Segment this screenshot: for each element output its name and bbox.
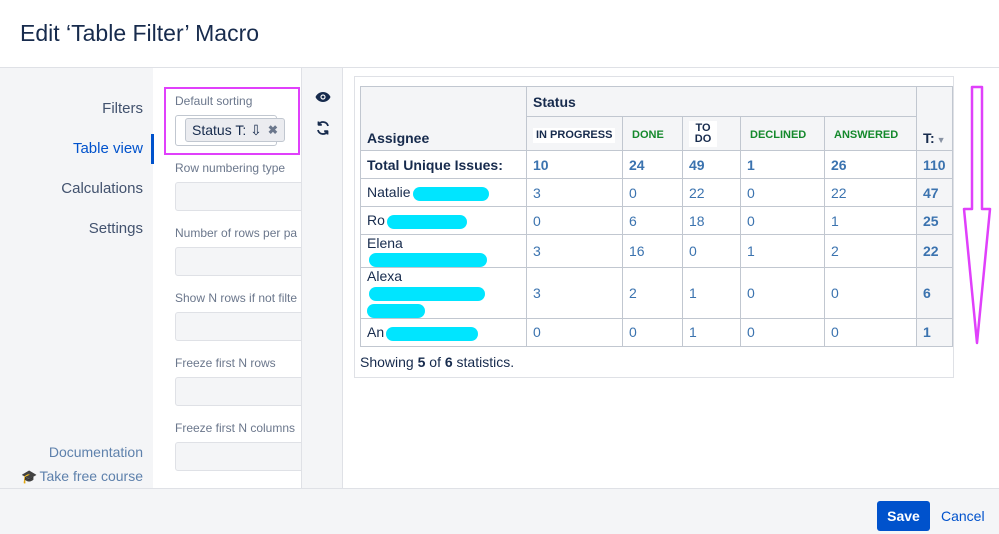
value-cell: 22 (682, 178, 741, 207)
total-row-label: Total Unique Issues: (360, 150, 527, 179)
nav-item-table-view[interactable]: Table view (73, 140, 143, 157)
value-cell: 0 (740, 178, 825, 207)
dialog-footer: Save Cancel (0, 488, 999, 534)
redaction-mark (386, 214, 467, 229)
assignee-cell: Ro (360, 206, 527, 235)
assignee-cell: Natalie (360, 178, 527, 207)
row-total-cell: 6 (916, 267, 953, 319)
status-col-declined[interactable]: DECLINED (740, 116, 825, 151)
eye-icon[interactable] (314, 90, 332, 108)
table-row: Ro 0 6 18 0 1 25 (360, 206, 953, 235)
assignee-cell: Elena (360, 233, 527, 269)
status-col-in-progress[interactable]: IN PROGRESS (526, 116, 623, 151)
status-col-done[interactable]: DONE (622, 116, 683, 151)
total-cell: 49 (682, 150, 741, 179)
arrow-down-icon (962, 85, 992, 345)
nav-item-settings[interactable]: Settings (89, 220, 143, 237)
value-cell: 0 (824, 267, 917, 319)
row-numbering-field[interactable] (175, 182, 301, 211)
row-total-cell: 22 (916, 233, 953, 269)
total-header[interactable]: T: ▼ (916, 86, 953, 151)
cancel-button[interactable]: Cancel (941, 508, 985, 524)
total-row: Total Unique Issues: 10 24 49 1 26 110 (360, 150, 953, 179)
value-cell: 0 (622, 317, 683, 347)
freeze-columns-field[interactable] (175, 442, 301, 471)
table-row: Alexa 3 2 1 0 0 6 (360, 267, 953, 319)
dialog-header: Edit ‘Table Filter’ Macro (0, 0, 999, 68)
nav-item-filters[interactable]: Filters (102, 100, 143, 117)
show-n-rows-field[interactable] (175, 312, 301, 341)
redaction-mark (386, 326, 479, 341)
preview-tools (301, 68, 343, 488)
value-cell: 0 (740, 317, 825, 347)
value-cell: 1 (824, 206, 917, 235)
row-total-cell: 47 (916, 178, 953, 207)
assignee-header[interactable]: Assignee (360, 86, 527, 151)
value-cell: 6 (622, 206, 683, 235)
table-row: An 0 0 1 0 0 1 (360, 317, 953, 347)
total-cell: 26 (824, 150, 917, 179)
freeze-columns-label: Freeze first N columns (175, 421, 296, 435)
value-cell: 22 (824, 178, 917, 207)
freeze-rows-field[interactable] (175, 377, 301, 406)
value-cell: 1 (740, 233, 825, 269)
total-cell: 24 (622, 150, 683, 179)
graduation-cap-icon: 🎓 (21, 469, 38, 484)
documentation-link[interactable]: Documentation (49, 444, 143, 460)
value-cell: 3 (526, 178, 623, 207)
value-cell: 0 (622, 178, 683, 207)
dialog-title: Edit ‘Table Filter’ Macro (20, 20, 260, 46)
redaction-mark (369, 286, 485, 301)
value-cell: 18 (682, 206, 741, 235)
status-header[interactable]: Status (526, 86, 917, 117)
redaction-mark (369, 253, 487, 268)
value-cell: 16 (622, 233, 683, 269)
value-cell: 0 (526, 206, 623, 235)
row-total-cell: 25 (916, 206, 953, 235)
save-button[interactable]: Save (877, 501, 930, 531)
value-cell: 3 (526, 233, 623, 269)
table-row: Elena 3 16 0 1 2 22 (360, 233, 953, 269)
row-total-cell: 1 (916, 317, 953, 347)
take-free-course-label: Take free course (39, 468, 144, 484)
take-free-course-link[interactable]: 🎓 Take free course (21, 468, 143, 485)
total-cell: 10 (526, 150, 623, 179)
redaction-mark (367, 303, 425, 318)
show-n-rows-label: Show N rows if not filte (175, 291, 298, 305)
highlight-box (164, 87, 300, 155)
refresh-icon[interactable] (314, 120, 332, 138)
assignee-cell: Alexa (360, 267, 527, 319)
value-cell: 3 (526, 267, 623, 319)
table-row: Natalie 3 0 22 0 22 47 (360, 178, 953, 207)
value-cell: 2 (824, 233, 917, 269)
value-cell: 0 (682, 233, 741, 269)
value-cell: 0 (740, 206, 825, 235)
value-cell: 2 (622, 267, 683, 319)
value-cell: 0 (740, 267, 825, 319)
value-cell: 0 (824, 317, 917, 347)
total-header-label: T: (923, 130, 935, 146)
status-col-to-do[interactable]: TO DO (682, 116, 741, 151)
value-cell: 1 (682, 267, 741, 319)
row-numbering-label: Row numbering type (175, 161, 286, 175)
value-cell: 1 (682, 317, 741, 347)
redaction-mark (412, 186, 489, 201)
total-cell: 1 (740, 150, 825, 179)
freeze-rows-label: Freeze first N rows (175, 356, 276, 370)
rows-per-page-label: Number of rows per pa (175, 226, 298, 240)
assignee-cell: An (360, 317, 527, 347)
status-col-answered[interactable]: ANSWERED (824, 116, 917, 151)
total-cell: 110 (916, 150, 953, 179)
nav-item-calculations[interactable]: Calculations (61, 180, 143, 197)
statistics-table: Assignee Status T: ▼ IN PROGRESS DONE TO … (360, 86, 953, 347)
showing-statistics: Showing 5 of 6 statistics. (360, 354, 515, 370)
value-cell: 0 (526, 317, 623, 347)
settings-nav: Filters Table view Calculations Settings… (0, 68, 153, 488)
rows-per-page-field[interactable] (175, 247, 301, 276)
sort-caret-icon: ▼ (936, 135, 946, 145)
